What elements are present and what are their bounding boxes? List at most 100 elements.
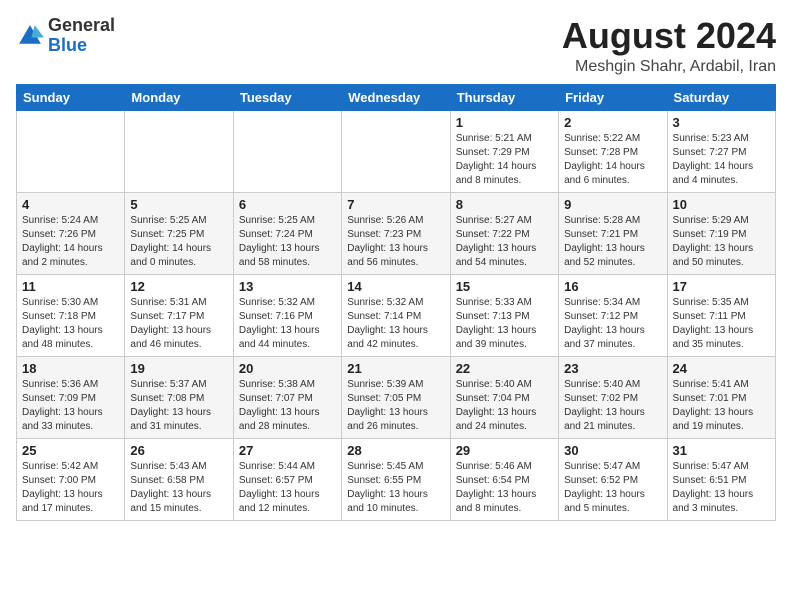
calendar-cell: 27 Sunrise: 5:44 AMSunset: 6:57 PMDayligh… — [233, 438, 341, 520]
day-info: Sunrise: 5:37 AMSunset: 7:08 PMDaylight:… — [130, 378, 227, 434]
day-number: 28 — [347, 443, 444, 458]
day-info: Sunrise: 5:33 AMSunset: 7:13 PMDaylight:… — [456, 296, 553, 352]
calendar-cell — [125, 110, 233, 192]
day-number: 18 — [22, 361, 119, 376]
day-number: 26 — [130, 443, 227, 458]
day-number: 25 — [22, 443, 119, 458]
day-info: Sunrise: 5:35 AMSunset: 7:11 PMDaylight:… — [673, 296, 770, 352]
page-header: General Blue August 2024 Meshgin Shahr, … — [16, 16, 776, 76]
day-info: Sunrise: 5:40 AMSunset: 7:04 PMDaylight:… — [456, 378, 553, 434]
calendar-cell: 12Sunrise: 5:31 AMSunset: 7:17 PMDayligh… — [125, 274, 233, 356]
day-info: Sunrise: 5:32 AMSunset: 7:16 PMDaylight:… — [239, 296, 336, 352]
day-info: Sunrise: 5:41 AMSunset: 7:01 PMDaylight:… — [673, 378, 770, 434]
calendar: SundayMondayTuesdayWednesdayThursdayFrid… — [16, 84, 776, 521]
day-info: Sunrise: 5:24 AMSunset: 7:26 PMDaylight:… — [22, 214, 119, 270]
day-info: Sunrise: 5:29 AMSunset: 7:19 PMDaylight:… — [673, 214, 770, 270]
day-number: 20 — [239, 361, 336, 376]
day-number: 4 — [22, 197, 119, 212]
day-number: 22 — [456, 361, 553, 376]
day-info: Sunrise: 5:30 AMSunset: 7:18 PMDaylight:… — [22, 296, 119, 352]
location: Meshgin Shahr, Ardabil, Iran — [562, 58, 776, 76]
day-info: Sunrise: 5:44 AMSunset: 6:57 PMDaylight:… — [239, 460, 336, 516]
calendar-cell: 11 Sunrise: 5:30 AMSunset: 7:18 PMDayligh… — [17, 274, 125, 356]
week-row-1: 1 Sunrise: 5:21 AMSunset: 7:29 PMDaylight… — [17, 110, 776, 192]
day-number: 14 — [347, 279, 444, 294]
calendar-cell: 20 Sunrise: 5:38 AMSunset: 7:07 PMDayligh… — [233, 356, 341, 438]
day-number: 15 — [456, 279, 553, 294]
day-number: 21 — [347, 361, 444, 376]
calendar-cell: 2 Sunrise: 5:22 AMSunset: 7:28 PMDaylight… — [559, 110, 667, 192]
day-number: 1 — [456, 115, 553, 130]
calendar-cell: 23 Sunrise: 5:40 AMSunset: 7:02 PMDayligh… — [559, 356, 667, 438]
calendar-cell: 14 Sunrise: 5:32 AMSunset: 7:14 PMDayligh… — [342, 274, 450, 356]
day-info: Sunrise: 5:21 AMSunset: 7:29 PMDaylight:… — [456, 132, 553, 188]
weekday-header-monday: Monday — [125, 84, 233, 110]
day-number: 11 — [22, 279, 119, 294]
weekday-header-row: SundayMondayTuesdayWednesdayThursdayFrid… — [17, 84, 776, 110]
weekday-header-sunday: Sunday — [17, 84, 125, 110]
day-number: 3 — [673, 115, 770, 130]
day-info: Sunrise: 5:32 AMSunset: 7:14 PMDaylight:… — [347, 296, 444, 352]
calendar-cell: 8 Sunrise: 5:27 AMSunset: 7:22 PMDaylight… — [450, 192, 558, 274]
day-info: Sunrise: 5:27 AMSunset: 7:22 PMDaylight:… — [456, 214, 553, 270]
calendar-cell: 9 Sunrise: 5:28 AMSunset: 7:21 PMDaylight… — [559, 192, 667, 274]
calendar-cell: 19 Sunrise: 5:37 AMSunset: 7:08 PMDayligh… — [125, 356, 233, 438]
week-row-2: 4 Sunrise: 5:24 AMSunset: 7:26 PMDaylight… — [17, 192, 776, 274]
day-number: 24 — [673, 361, 770, 376]
calendar-cell: 28 Sunrise: 5:45 AMSunset: 6:55 PMDayligh… — [342, 438, 450, 520]
calendar-cell: 30Sunrise: 5:47 AMSunset: 6:52 PMDayligh… — [559, 438, 667, 520]
day-info: Sunrise: 5:42 AMSunset: 7:00 PMDaylight:… — [22, 460, 119, 516]
logo-icon — [16, 22, 44, 50]
day-number: 9 — [564, 197, 661, 212]
day-info: Sunrise: 5:45 AMSunset: 6:55 PMDaylight:… — [347, 460, 444, 516]
day-number: 19 — [130, 361, 227, 376]
calendar-cell: 26 Sunrise: 5:43 AMSunset: 6:58 PMDayligh… — [125, 438, 233, 520]
day-info: Sunrise: 5:38 AMSunset: 7:07 PMDaylight:… — [239, 378, 336, 434]
weekday-header-friday: Friday — [559, 84, 667, 110]
calendar-cell: 17Sunrise: 5:35 AMSunset: 7:11 PMDayligh… — [667, 274, 775, 356]
calendar-cell: 6 Sunrise: 5:25 AMSunset: 7:24 PMDaylight… — [233, 192, 341, 274]
calendar-cell: 1 Sunrise: 5:21 AMSunset: 7:29 PMDaylight… — [450, 110, 558, 192]
day-number: 8 — [456, 197, 553, 212]
day-info: Sunrise: 5:28 AMSunset: 7:21 PMDaylight:… — [564, 214, 661, 270]
day-info: Sunrise: 5:34 AMSunset: 7:12 PMDaylight:… — [564, 296, 661, 352]
calendar-cell: 31Sunrise: 5:47 AMSunset: 6:51 PMDayligh… — [667, 438, 775, 520]
calendar-cell: 24 Sunrise: 5:41 AMSunset: 7:01 PMDayligh… — [667, 356, 775, 438]
week-row-5: 25 Sunrise: 5:42 AMSunset: 7:00 PMDayligh… — [17, 438, 776, 520]
day-info: Sunrise: 5:25 AMSunset: 7:24 PMDaylight:… — [239, 214, 336, 270]
day-number: 7 — [347, 197, 444, 212]
day-info: Sunrise: 5:43 AMSunset: 6:58 PMDaylight:… — [130, 460, 227, 516]
week-row-4: 18 Sunrise: 5:36 AMSunset: 7:09 PMDayligh… — [17, 356, 776, 438]
calendar-cell — [17, 110, 125, 192]
day-number: 23 — [564, 361, 661, 376]
day-info: Sunrise: 5:23 AMSunset: 7:27 PMDaylight:… — [673, 132, 770, 188]
day-number: 31 — [673, 443, 770, 458]
day-info: Sunrise: 5:26 AMSunset: 7:23 PMDaylight:… — [347, 214, 444, 270]
month-year: August 2024 — [562, 16, 776, 56]
day-number: 16 — [564, 279, 661, 294]
logo-text: General Blue — [48, 16, 115, 56]
day-number: 6 — [239, 197, 336, 212]
day-info: Sunrise: 5:46 AMSunset: 6:54 PMDaylight:… — [456, 460, 553, 516]
day-info: Sunrise: 5:40 AMSunset: 7:02 PMDaylight:… — [564, 378, 661, 434]
day-number: 2 — [564, 115, 661, 130]
day-number: 13 — [239, 279, 336, 294]
day-info: Sunrise: 5:22 AMSunset: 7:28 PMDaylight:… — [564, 132, 661, 188]
day-info: Sunrise: 5:47 AMSunset: 6:52 PMDaylight:… — [564, 460, 661, 516]
day-number: 27 — [239, 443, 336, 458]
logo: General Blue — [16, 16, 115, 56]
weekday-header-tuesday: Tuesday — [233, 84, 341, 110]
day-number: 29 — [456, 443, 553, 458]
day-number: 12 — [130, 279, 227, 294]
calendar-cell: 5Sunrise: 5:25 AMSunset: 7:25 PMDaylight… — [125, 192, 233, 274]
calendar-cell: 29 Sunrise: 5:46 AMSunset: 6:54 PMDayligh… — [450, 438, 558, 520]
calendar-cell: 7 Sunrise: 5:26 AMSunset: 7:23 PMDaylight… — [342, 192, 450, 274]
title-block: August 2024 Meshgin Shahr, Ardabil, Iran — [562, 16, 776, 76]
calendar-cell: 21 Sunrise: 5:39 AMSunset: 7:05 PMDayligh… — [342, 356, 450, 438]
day-info: Sunrise: 5:39 AMSunset: 7:05 PMDaylight:… — [347, 378, 444, 434]
calendar-cell: 15 Sunrise: 5:33 AMSunset: 7:13 PMDayligh… — [450, 274, 558, 356]
calendar-cell: 16 Sunrise: 5:34 AMSunset: 7:12 PMDayligh… — [559, 274, 667, 356]
weekday-header-wednesday: Wednesday — [342, 84, 450, 110]
day-info: Sunrise: 5:36 AMSunset: 7:09 PMDaylight:… — [22, 378, 119, 434]
weekday-header-thursday: Thursday — [450, 84, 558, 110]
